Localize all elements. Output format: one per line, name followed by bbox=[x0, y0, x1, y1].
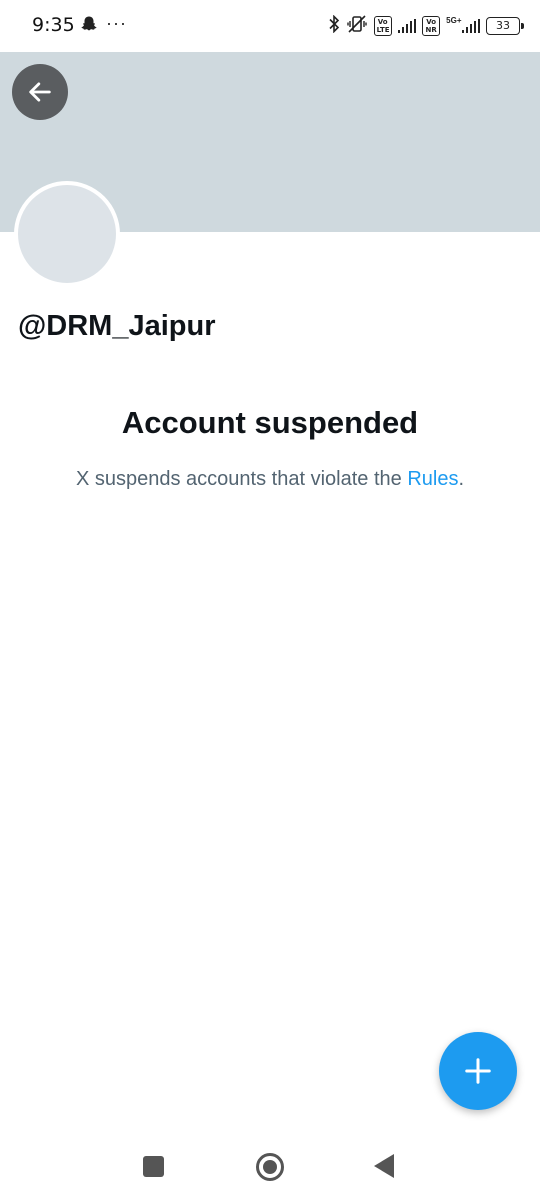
suspended-message-text: X suspends accounts that violate the bbox=[75, 468, 408, 490]
signal-strength-icon bbox=[397, 19, 417, 33]
arrow-left-icon bbox=[29, 82, 51, 102]
back-button[interactable] bbox=[12, 64, 68, 120]
network-type-label: 5G+ bbox=[446, 15, 462, 25]
suspended-message-suffix: . bbox=[458, 468, 465, 490]
status-time: 9:35 bbox=[32, 14, 75, 36]
profile-handle: @DRM_Jaipur bbox=[18, 310, 216, 342]
snapchat-ghost-icon bbox=[80, 15, 98, 38]
vonr-badge: Vo NR bbox=[422, 16, 441, 36]
recents-button[interactable] bbox=[143, 1156, 164, 1177]
battery-indicator: 33 bbox=[486, 17, 524, 35]
home-button[interactable] bbox=[256, 1153, 284, 1181]
system-nav-bar bbox=[0, 1134, 540, 1200]
status-bar: 9:35 ··· Vo LTE Vo NR 5G+ 33 bbox=[0, 0, 540, 52]
more-notifications-indicator: ··· bbox=[106, 12, 127, 33]
status-notification-icons: ··· bbox=[80, 12, 127, 38]
suspended-message: X suspends accounts that violate the Rul… bbox=[0, 468, 540, 491]
rules-link[interactable]: Rules bbox=[407, 468, 458, 490]
avatar bbox=[14, 181, 120, 287]
volte-badge: Vo LTE bbox=[373, 16, 392, 36]
signal-strength-icon-2 bbox=[461, 19, 480, 33]
compose-fab-button[interactable] bbox=[439, 1032, 517, 1110]
plus-icon bbox=[465, 1058, 491, 1084]
home-dot-icon bbox=[263, 1160, 277, 1174]
bluetooth-icon bbox=[328, 14, 340, 38]
system-back-button[interactable] bbox=[374, 1154, 394, 1178]
status-system-icons: Vo LTE Vo NR 5G+ 33 bbox=[328, 14, 524, 39]
vibrate-off-icon bbox=[346, 14, 368, 39]
suspended-title: Account suspended bbox=[121, 405, 419, 440]
